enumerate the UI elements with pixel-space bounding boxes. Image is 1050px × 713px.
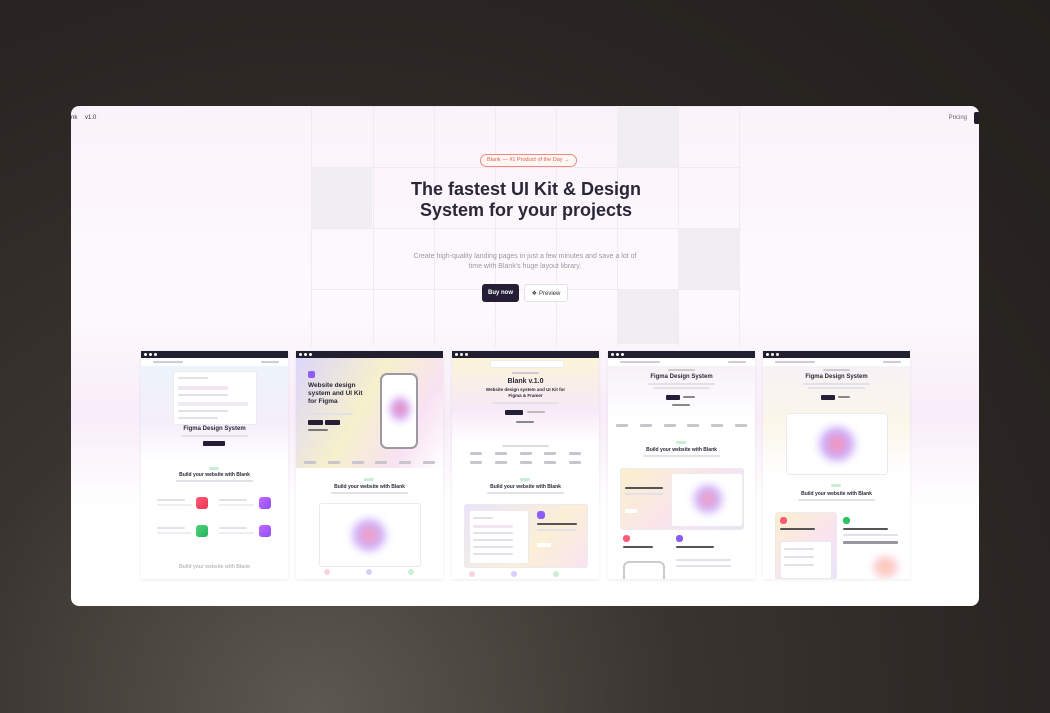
- thumb-hero-title: Website design system and UI Kit for Fig…: [308, 382, 363, 405]
- thumb-section-title: Build your website with Blank: [334, 484, 405, 490]
- brand-logo[interactable]: nk: [71, 115, 77, 121]
- thumb-hero-title: Figma Design System: [183, 426, 246, 432]
- logo-row: [470, 461, 581, 465]
- grid-line: [311, 228, 741, 229]
- grid-line: [373, 106, 374, 346]
- grid-line: [434, 106, 435, 346]
- thumb-section-title: Build your website with Blank: [490, 484, 561, 490]
- thumb-section-title: Build your website with Blank: [179, 472, 250, 478]
- feature-icon: [259, 497, 271, 509]
- logo-row: [304, 461, 435, 465]
- template-thumbnail-5[interactable]: Figma Design System Build your website w…: [763, 351, 910, 579]
- preview-panel: [786, 413, 888, 475]
- feature-icon: [196, 525, 208, 537]
- logo-row: [470, 452, 581, 456]
- logo-row: [616, 424, 747, 428]
- template-thumbnail-2[interactable]: Website design system and UI Kit for Fig…: [296, 351, 443, 579]
- buy-now-button[interactable]: Buy now: [482, 284, 519, 302]
- grid-line: [495, 106, 496, 346]
- thumb-hero-title: Blank v.1.0: [507, 378, 544, 385]
- template-thumbnail-1[interactable]: Figma Design System Build your website w…: [141, 351, 288, 579]
- preview-button[interactable]: ❖ Preview: [524, 284, 568, 302]
- template-thumbnail-3[interactable]: Blank v.1.0 Website design system and UI…: [452, 351, 599, 579]
- browser-bar: [141, 351, 288, 358]
- browser-bar: [452, 351, 599, 358]
- thumb-hero-subtitle: Website design system and UI Kit for Fig…: [485, 387, 566, 398]
- brand-icon: [308, 371, 315, 378]
- feature-icon: [259, 525, 271, 537]
- feature-card: [464, 504, 588, 568]
- feature-icon: [196, 497, 208, 509]
- preview-panel: [319, 503, 421, 567]
- floating-nav: [490, 360, 564, 368]
- hero-headline: The fastest UI Kit & Design System for y…: [410, 179, 642, 220]
- grid-square: [617, 289, 678, 344]
- product-of-day-badge[interactable]: Blank — #1 Product of the Day →: [480, 154, 577, 167]
- nav-cta-button[interactable]: [974, 112, 979, 124]
- browser-bar: [608, 351, 755, 358]
- feature-card: [620, 468, 744, 530]
- thumb-hero-bg: [452, 358, 599, 443]
- phone-mockup: [380, 373, 418, 449]
- preview-label: Preview: [539, 291, 561, 297]
- thumb-cta: [203, 441, 225, 446]
- nav-item-pricing[interactable]: Pricing: [949, 115, 967, 121]
- thumb-section-title: Build your website with Blank: [646, 447, 717, 453]
- thumb-hero-title: Figma Design System: [805, 374, 868, 380]
- browser-bar: [763, 351, 910, 358]
- hero-subtitle: Create high-quality landing pages in jus…: [413, 253, 637, 270]
- grid-line: [678, 106, 679, 346]
- thumb-section-title: Build your website with Blank: [801, 491, 872, 497]
- grid-square: [311, 167, 372, 228]
- grid-line: [739, 106, 740, 346]
- thumb-hero-title: Figma Design System: [650, 374, 713, 380]
- grid-line: [311, 167, 741, 168]
- landing-page-window: nk v1.0 Pricing Blank — #1 Product of th…: [71, 106, 979, 606]
- figma-icon: ❖: [531, 291, 538, 297]
- version-label: v1.0: [85, 115, 97, 121]
- browser-bar: [296, 351, 443, 358]
- template-thumbnail-4[interactable]: Figma Design System Build your website w…: [608, 351, 755, 579]
- phone-mockup: [623, 561, 665, 579]
- top-nav: nk v1.0: [71, 115, 102, 121]
- dropdown-panel: [173, 371, 257, 425]
- thumb-footer-title: Build your website with Blank: [179, 564, 250, 570]
- grid-line: [556, 106, 557, 346]
- grid-square: [617, 106, 678, 167]
- grid-square: [678, 228, 739, 289]
- feature-card: [775, 512, 837, 579]
